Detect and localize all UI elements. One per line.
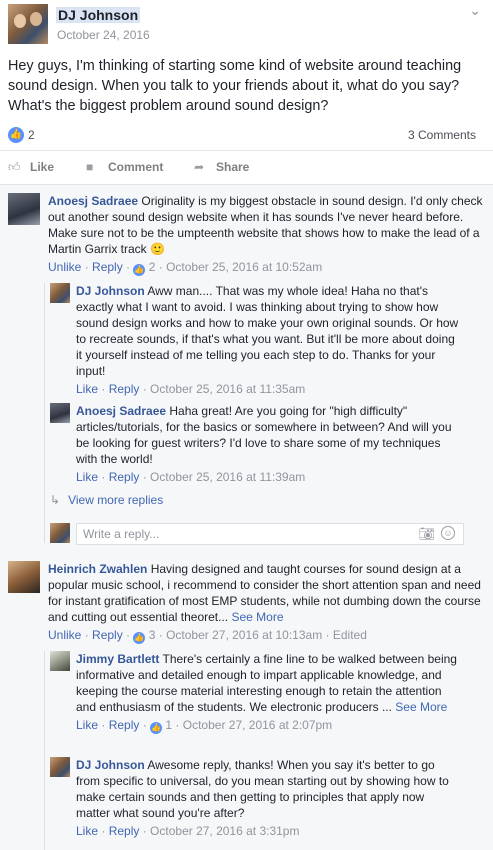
avatar[interactable] bbox=[50, 523, 70, 543]
reply-input[interactable] bbox=[77, 524, 377, 544]
view-more-replies[interactable]: ↳ View more replies bbox=[50, 493, 163, 507]
reply-link[interactable]: Reply bbox=[109, 824, 140, 838]
like-button[interactable]: 👍︎ Like bbox=[8, 160, 54, 175]
chevron-down-icon[interactable]: ⌄ bbox=[469, 2, 481, 19]
avatar[interactable] bbox=[8, 193, 40, 225]
like-link[interactable]: Like bbox=[76, 824, 98, 838]
post-text: Hey guys, I'm thinking of starting some … bbox=[8, 58, 462, 114]
unlike-link[interactable]: Unlike bbox=[48, 628, 81, 642]
comment-author[interactable]: Anoesj Sadraee bbox=[48, 194, 138, 208]
like-reaction-icon[interactable]: 👍 bbox=[133, 632, 146, 644]
reply: DJ Johnson Awesome reply, thanks! When y… bbox=[50, 757, 460, 839]
reply-box: 📷︎ ☺ bbox=[76, 523, 464, 545]
thread-line bbox=[44, 651, 45, 850]
reply-link[interactable]: Reply bbox=[92, 260, 123, 274]
reply-link[interactable]: Reply bbox=[109, 382, 140, 396]
reply: Anoesj Sadraee Haha great! Are you going… bbox=[50, 403, 460, 485]
post-actions: 👍︎ Like ■ Comment ➦ Share bbox=[0, 150, 493, 184]
post-date[interactable]: October 24, 2016 bbox=[57, 28, 150, 42]
camera-icon[interactable]: 📷︎ bbox=[418, 526, 435, 542]
reply-meta: Like · Reply · October 25, 2016 at 11:39… bbox=[76, 470, 306, 484]
reply-time[interactable]: October 27, 2016 at 2:07pm bbox=[183, 718, 332, 732]
thread-line bbox=[44, 283, 45, 543]
smiley-icon[interactable]: ☺ bbox=[441, 526, 455, 540]
reply-link[interactable]: Reply bbox=[109, 470, 140, 484]
avatar[interactable] bbox=[50, 757, 70, 777]
reply-author[interactable]: Anoesj Sadraee bbox=[76, 404, 166, 418]
like-link[interactable]: Like bbox=[76, 718, 98, 732]
share-button-label: Share bbox=[216, 160, 250, 174]
see-more-link[interactable]: See More bbox=[395, 700, 447, 714]
like-button-label: Like bbox=[30, 160, 55, 174]
reply-author[interactable]: Jimmy Bartlett bbox=[76, 652, 159, 666]
like-link[interactable]: Like bbox=[76, 382, 98, 396]
reply-meta: Like · Reply · October 25, 2016 at 11:35… bbox=[76, 382, 306, 396]
reply-time[interactable]: October 25, 2016 at 11:35am bbox=[150, 382, 305, 396]
reply-meta: Like · Reply · October 27, 2016 at 3:31p… bbox=[76, 824, 300, 838]
post-header: DJ Johnson October 24, 2016 ⌄ bbox=[0, 0, 493, 52]
avatar[interactable] bbox=[8, 561, 40, 593]
post-author-name[interactable]: DJ Johnson bbox=[56, 7, 141, 23]
comment-button[interactable]: ■ Comment bbox=[86, 160, 163, 174]
comment-like-count[interactable]: 3 bbox=[149, 628, 156, 642]
view-more-label: View more replies bbox=[68, 493, 164, 507]
speech-bubble-icon: ■ bbox=[86, 160, 94, 174]
reply-author[interactable]: DJ Johnson bbox=[76, 284, 145, 298]
comments-section: Anoesj Sadraee Originality is my biggest… bbox=[0, 184, 493, 850]
reply: Jimmy Bartlett There's certainly a fine … bbox=[50, 651, 460, 734]
author-avatar[interactable] bbox=[8, 4, 48, 44]
thumbs-up-icon: 👍︎ bbox=[8, 160, 21, 174]
avatar[interactable] bbox=[50, 403, 70, 423]
comment-author[interactable]: Heinrich Zwahlen bbox=[48, 562, 147, 576]
see-more-link[interactable]: See More bbox=[231, 610, 283, 624]
unlike-link[interactable]: Unlike bbox=[48, 260, 81, 274]
comment-time[interactable]: October 25, 2016 at 10:52am bbox=[166, 260, 322, 274]
reply: DJ Johnson Aww man.... That was my whole… bbox=[50, 283, 460, 397]
like-reaction-icon[interactable]: 👍 bbox=[8, 127, 24, 143]
avatar[interactable] bbox=[50, 283, 70, 303]
like-count[interactable]: 2 bbox=[28, 128, 35, 142]
reply-body: Jimmy Bartlett There's certainly a fine … bbox=[76, 651, 460, 715]
reply-like-count[interactable]: 1 bbox=[165, 718, 172, 732]
reply-body: Anoesj Sadraee Haha great! Are you going… bbox=[76, 403, 460, 467]
share-arrow-icon: ➦ bbox=[194, 160, 205, 174]
edited-label[interactable]: Edited bbox=[333, 628, 367, 642]
avatar[interactable] bbox=[50, 651, 70, 671]
comment: Anoesj Sadraee Originality is my biggest… bbox=[8, 193, 486, 276]
comment-time[interactable]: October 27, 2016 at 10:13am bbox=[166, 628, 322, 642]
comment-count[interactable]: 3 Comments bbox=[408, 128, 476, 142]
reply-author[interactable]: DJ Johnson bbox=[76, 758, 145, 772]
comment-meta: Unlike · Reply · 👍 2 · October 25, 2016 … bbox=[48, 260, 323, 276]
reply-meta: Like · Reply · 👍 1 · October 27, 2016 at… bbox=[76, 718, 333, 734]
reply-body: DJ Johnson Aww man.... That was my whole… bbox=[76, 283, 460, 379]
comment: Heinrich Zwahlen Having designed and tau… bbox=[8, 561, 486, 644]
like-reaction-icon[interactable]: 👍 bbox=[133, 264, 146, 276]
comment-body: Anoesj Sadraee Originality is my biggest… bbox=[48, 193, 486, 257]
reply-link[interactable]: Reply bbox=[92, 628, 123, 642]
reply-text: Aww man.... That was my whole idea! Haha… bbox=[76, 284, 459, 378]
like-link[interactable]: Like bbox=[76, 470, 98, 484]
reply-time[interactable]: October 25, 2016 at 11:39am bbox=[150, 470, 305, 484]
like-reaction-icon[interactable]: 👍 bbox=[150, 722, 163, 734]
reactions-bar: 👍 2 3 Comments bbox=[8, 126, 486, 146]
share-button[interactable]: ➦ Share bbox=[194, 160, 249, 174]
reply-link[interactable]: Reply bbox=[109, 718, 140, 732]
reply-arrow-icon: ↳ bbox=[50, 493, 61, 507]
comment-button-label: Comment bbox=[108, 160, 164, 174]
reply-time[interactable]: October 27, 2016 at 3:31pm bbox=[150, 824, 299, 838]
reply-body: DJ Johnson Awesome reply, thanks! When y… bbox=[76, 757, 460, 821]
comment-like-count[interactable]: 2 bbox=[149, 260, 156, 274]
comment-body: Heinrich Zwahlen Having designed and tau… bbox=[48, 561, 486, 625]
comment-meta: Unlike · Reply · 👍 3 · October 27, 2016 … bbox=[48, 628, 367, 644]
